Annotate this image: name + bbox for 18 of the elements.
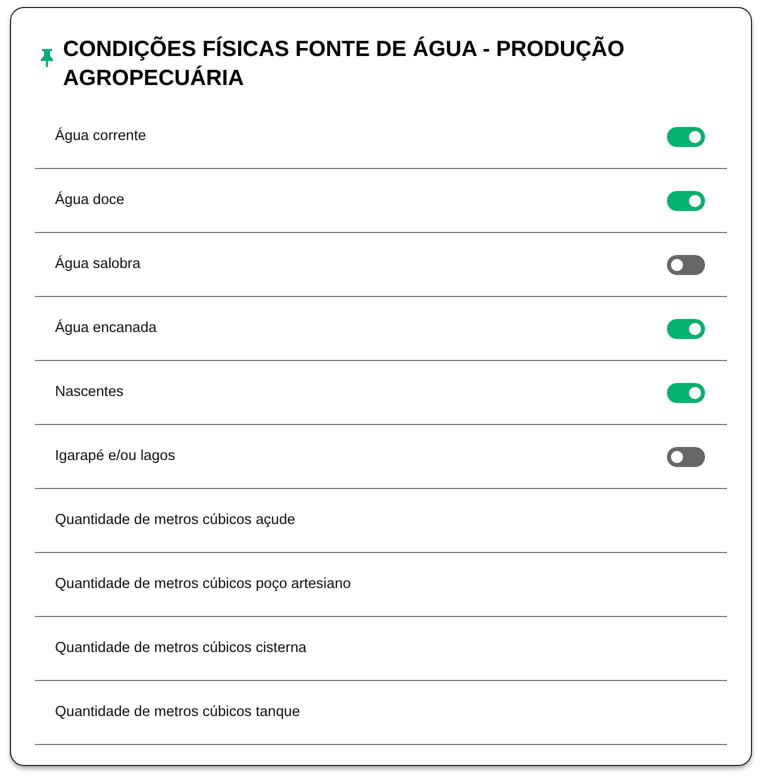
toggle-switch[interactable] [667,446,705,466]
toggle-switch[interactable] [667,190,705,210]
pin-icon [39,48,55,68]
field-label: Água doce [55,190,124,210]
toggle-switch[interactable] [667,382,705,402]
section-title: CONDIÇÕES FÍSICAS FONTE DE ÁGUA - PRODUÇÃO AGROPECUÁRIA [63,35,626,92]
toggle-switch[interactable] [667,126,705,146]
field-label: Quantidade de metros cúbicos tanque [55,702,300,722]
field-label: Água corrente [55,126,146,146]
field-label: Quantidade de metros cúbicos poço artesiano [55,574,351,594]
field-label: Nascentes [55,382,124,402]
field-label: Quantidade de metros cúbicos açude [55,510,296,530]
field-label: Água encanada [55,318,157,338]
toggle-switch[interactable] [667,318,705,338]
toggle-switch[interactable] [667,254,705,274]
field-label: Igarapé e/ou lagos [55,446,176,466]
field-label: Água salobra [55,254,140,274]
field-label: Quantidade de metros cúbicos cisterna [55,638,306,658]
